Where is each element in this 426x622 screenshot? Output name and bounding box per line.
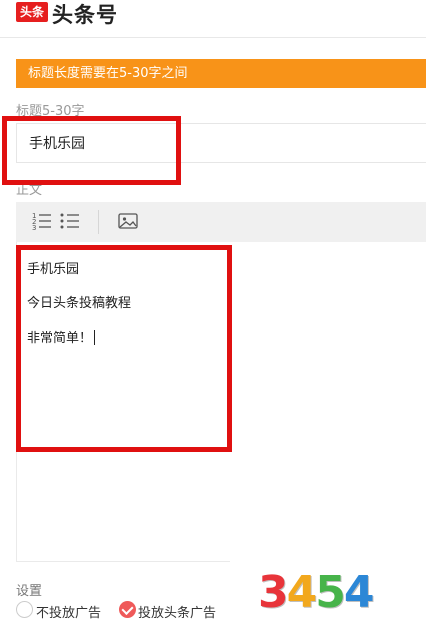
title-input[interactable]: 手机乐园 — [16, 123, 426, 163]
editor-toolbar: 1 2 3 — [16, 202, 426, 242]
title-length-notice: 标题长度需要在5-30字之间 — [16, 59, 426, 88]
editor-line: 手机乐园 — [27, 262, 80, 277]
toutiao-ads-radio[interactable] — [119, 601, 136, 618]
toutiao-logo-badge: 头条 — [16, 2, 48, 22]
image-icon[interactable] — [117, 210, 139, 232]
no-ads-radio[interactable] — [16, 601, 33, 618]
no-ads-label[interactable]: 不投放广告 — [36, 602, 101, 621]
site-watermark-logo: 3454 — [258, 571, 374, 615]
watermark-char: 3 — [258, 567, 289, 618]
settings-label: 设置 — [16, 584, 43, 599]
unordered-list-icon[interactable] — [59, 210, 81, 232]
watermark-char: 4 — [343, 567, 375, 618]
editor-line-with-caret: 非常简单！ — [27, 327, 96, 346]
svg-text:3: 3 — [32, 224, 36, 232]
body-label: 正文 — [16, 183, 43, 198]
watermark-char: 4 — [286, 567, 318, 618]
ordered-list-icon[interactable]: 1 2 3 — [31, 210, 53, 232]
toutiao-ads-label[interactable]: 投放头条广告 — [138, 602, 216, 621]
body-editor[interactable]: 手机乐园 今日头条投稿教程 非常简单！ — [16, 242, 230, 562]
toolbar-divider — [98, 210, 99, 234]
watermark-char: 5 — [315, 567, 346, 618]
toutiao-logo-text: 头条号 — [52, 3, 118, 27]
editor-line-text: 非常简单！ — [27, 331, 93, 346]
title-label: 标题5-30字 — [16, 104, 85, 119]
text-caret — [94, 330, 96, 345]
app-header: 头条 头条号 — [0, 0, 426, 38]
editor-line: 今日头条投稿教程 — [27, 296, 132, 311]
